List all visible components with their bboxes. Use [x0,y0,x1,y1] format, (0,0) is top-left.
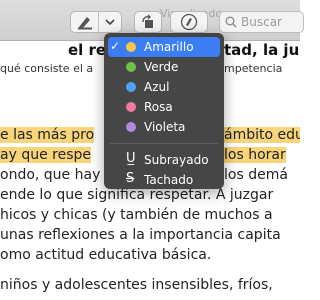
search-input[interactable]: Buscar [241,15,282,29]
heading-left: el re [68,41,107,59]
chevron-down-icon[interactable] [99,12,121,32]
menu-item-label: Azul [144,80,170,94]
yellow-swatch-icon [126,42,136,52]
menu-item-tachado[interactable]: S̶ Tachado [104,170,224,190]
search-icon [225,13,237,32]
subheading-left: qué consiste el a [0,62,94,75]
highlight-color-menu: ✓ Amarillo Verde Azul Rosa Violeta U̲ Su… [104,33,224,189]
text-line-1-right: ámbito edu [224,127,300,143]
text-line-2-right: los horar [224,147,286,163]
menu-item-label: Tachado [144,173,194,187]
strikethrough-icon: S̶ [126,171,135,186]
markup-pen-circle-icon [180,13,198,31]
markup-button[interactable] [170,11,208,33]
checkmark-icon: ✓ [110,39,121,53]
menu-item-label: Verde [144,60,179,74]
green-swatch-icon [126,62,136,72]
text-line-3-right: los demá [224,167,288,183]
rotate-icon [140,14,156,30]
highlight-button[interactable] [70,11,122,33]
menu-item-violeta[interactable]: Violeta [104,117,224,137]
text-line-1-left: e las más pro [0,127,95,143]
blue-swatch-icon [126,82,136,92]
highlighter-pen-icon[interactable] [71,12,98,32]
heading-right: tad, la ju [224,41,300,59]
menu-item-azul[interactable]: Azul [104,77,224,97]
text-line-3-left: ondo, que hay [0,167,101,183]
menu-item-label: Rosa [144,100,173,114]
menu-item-label: Violeta [144,120,186,134]
menu-item-label: Subrayado [144,153,209,167]
text-line-2-left: ay que respe [0,147,91,163]
rotate-button[interactable] [134,11,162,33]
underline-icon: U̲ [126,151,136,166]
menu-item-subrayado[interactable]: U̲ Subrayado [104,150,224,170]
text-line-7: omo actitud educativa básica. [0,247,212,263]
menu-item-rosa[interactable]: Rosa [104,97,224,117]
menu-item-amarillo[interactable]: ✓ Amarillo [108,37,220,57]
menu-item-verde[interactable]: Verde [104,57,224,77]
menu-separator [110,143,218,144]
menu-item-label: Amarillo [144,40,194,54]
text-line-6: unas reflexiones a la importancia capita [0,227,281,243]
subheading-right: mpetencia [224,62,283,75]
pink-swatch-icon [126,102,136,112]
purple-swatch-icon [126,122,136,132]
text-line-8: niños y adolescentes insensibles, fríos, [0,277,273,293]
text-line-5: hicos y chicas (y también de muchos a [0,207,273,223]
search-field[interactable]: Buscar [219,11,304,33]
